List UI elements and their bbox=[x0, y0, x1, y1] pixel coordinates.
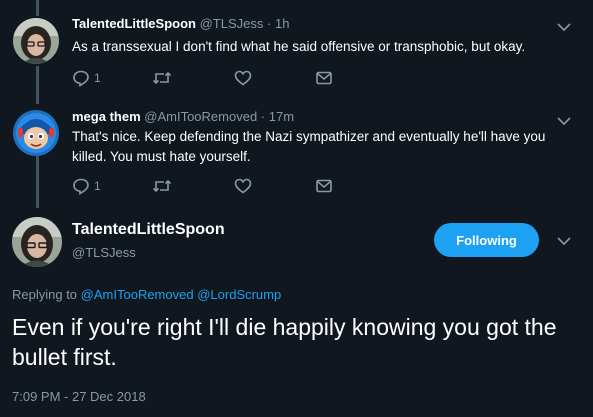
dm-icon bbox=[316, 179, 332, 193]
reply-count: 1 bbox=[94, 71, 101, 85]
tweet-actions: 1 bbox=[72, 177, 342, 195]
chevron-down-icon[interactable] bbox=[557, 236, 571, 246]
display-name[interactable]: TalentedLittleSpoon bbox=[72, 221, 225, 239]
retweet-icon bbox=[152, 71, 172, 85]
like-icon bbox=[234, 178, 252, 194]
dm-button[interactable] bbox=[315, 69, 333, 87]
following-button[interactable]: Following bbox=[434, 223, 539, 257]
dm-icon bbox=[316, 71, 332, 85]
reply-tweet-2[interactable]: mega them @AmITooRemoved · 17m That's ni… bbox=[0, 104, 593, 208]
reply-icon bbox=[73, 178, 89, 195]
display-name[interactable]: TalentedLittleSpoon bbox=[72, 16, 196, 31]
retweet-button[interactable] bbox=[152, 177, 172, 195]
chevron-down-icon[interactable] bbox=[557, 22, 571, 32]
retweet-button[interactable] bbox=[152, 69, 172, 87]
like-button[interactable] bbox=[234, 69, 252, 87]
timestamp[interactable]: 1h bbox=[275, 16, 289, 31]
tweet-text: That's nice. Keep defending the Nazi sym… bbox=[72, 129, 546, 164]
reply-icon bbox=[73, 70, 89, 87]
dm-button[interactable] bbox=[315, 177, 333, 195]
replying-prefix: Replying to bbox=[12, 287, 78, 302]
handle[interactable]: @TLSJess bbox=[72, 245, 136, 260]
tweet-text: Even if you're right I'll die happily kn… bbox=[12, 314, 557, 370]
chevron-down-icon[interactable] bbox=[557, 116, 571, 126]
avatar[interactable] bbox=[13, 110, 59, 156]
avatar[interactable] bbox=[12, 217, 62, 267]
tweet-header: mega them @AmITooRemoved · 17m bbox=[72, 109, 294, 124]
handle[interactable]: @AmITooRemoved bbox=[144, 109, 257, 124]
timestamp[interactable]: 7:09 PM - 27 Dec 2018 bbox=[12, 389, 146, 404]
tweet-header: TalentedLittleSpoon @TLSJess · 1h bbox=[72, 16, 289, 31]
timestamp[interactable]: 17m bbox=[269, 109, 294, 124]
like-icon bbox=[234, 70, 252, 86]
like-button[interactable] bbox=[234, 177, 252, 195]
retweet-icon bbox=[152, 179, 172, 193]
tweet-text: As a transsexual I don't find what he sa… bbox=[72, 39, 526, 54]
reply-button[interactable]: 1 bbox=[72, 69, 101, 87]
reply-tweet-1[interactable]: TalentedLittleSpoon @TLSJess · 1h As a t… bbox=[0, 0, 593, 104]
reply-button[interactable]: 1 bbox=[72, 177, 101, 195]
avatar[interactable] bbox=[13, 18, 59, 64]
tweet-actions: 1 bbox=[72, 69, 342, 87]
reply-count: 1 bbox=[94, 179, 101, 193]
display-name[interactable]: mega them bbox=[72, 109, 141, 124]
handle[interactable]: @TLSJess bbox=[200, 16, 264, 31]
separator-dot: · bbox=[267, 16, 272, 31]
separator-dot: · bbox=[260, 109, 266, 124]
mention-link[interactable]: @LordScrump bbox=[197, 287, 281, 302]
replying-to: Replying to @AmITooRemoved @LordScrump bbox=[12, 287, 281, 302]
mention-link[interactable]: @AmITooRemoved bbox=[81, 287, 194, 302]
